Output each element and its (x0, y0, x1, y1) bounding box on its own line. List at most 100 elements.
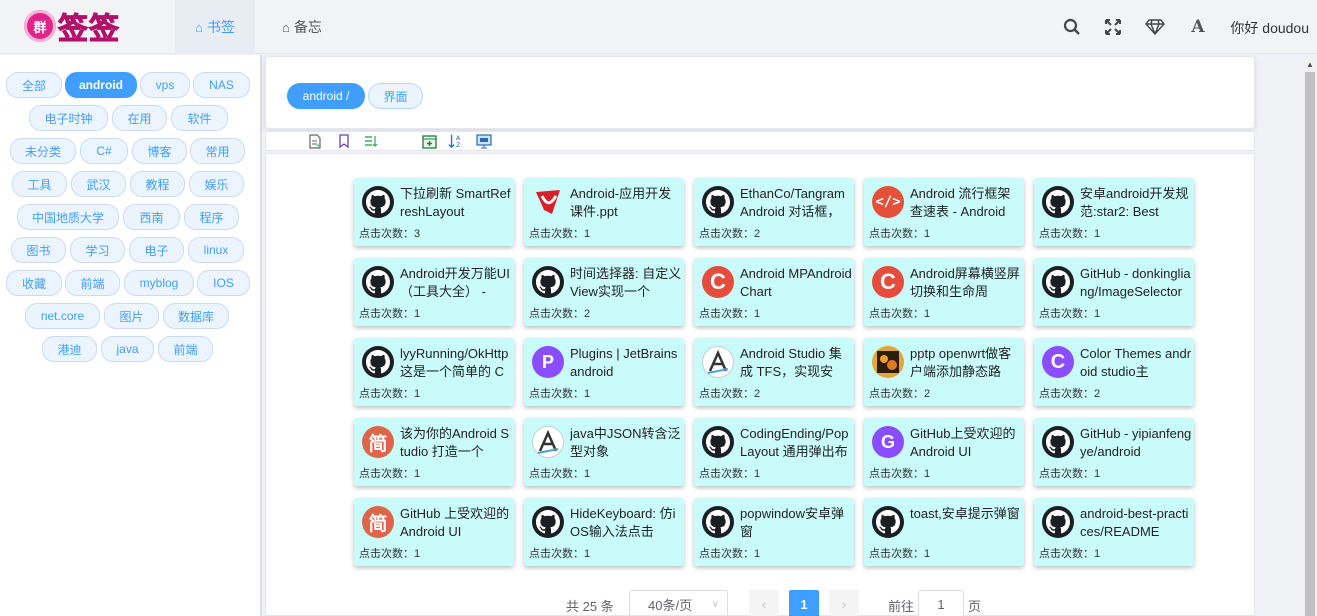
tag-ios[interactable]: IOS (197, 270, 250, 296)
page-size-select[interactable]: 40条/页 ∨ (629, 590, 728, 616)
tag-nas[interactable]: NAS (193, 72, 250, 98)
tag-java[interactable]: java (101, 336, 154, 362)
bookmark-title[interactable]: HideKeyboard: 仿iOS输入法点击 (570, 505, 682, 541)
add-document-icon[interactable]: + (307, 133, 323, 149)
font-icon[interactable]: A (1186, 15, 1210, 39)
bookmark-card[interactable]: Android开发万能UI（工具大全） - 点击次数：1 (354, 258, 514, 326)
tag-fun[interactable]: 娱乐 (189, 171, 244, 197)
tag-all[interactable]: 全部 (6, 72, 62, 98)
bookmark-card[interactable]: 简该为你的Android Studio 打造一个 点击次数：1 (354, 418, 514, 486)
bookmark-card[interactable]: 简 GitHub 上受欢迎的 Android UI 点击次数：1 (354, 498, 514, 566)
bookmark-title[interactable]: Android-应用开发课件.ppt (570, 185, 682, 221)
bookmark-card[interactable]: 下拉刷新 SmartRefreshLayout 点击次数：3 (354, 178, 514, 246)
tag-database[interactable]: 数据库 (163, 303, 229, 329)
bookmark-title[interactable]: Android Studio 集成 TFS，实现安 (740, 345, 852, 381)
tag-tutorial[interactable]: 教程 (130, 171, 185, 197)
bookmark-card[interactable]: EthanCo/Tangram Android 对话框，封装点击次数：2 (694, 178, 854, 246)
bookmark-title[interactable]: 安卓android开发规范:star2: Best (1080, 185, 1192, 221)
tag-linux[interactable]: linux (188, 237, 244, 263)
tag-csharp[interactable]: C# (80, 138, 128, 164)
tag-vps[interactable]: vps (140, 72, 190, 98)
bookmark-title[interactable]: GitHub 上受欢迎的 Android UI (400, 505, 512, 541)
bookmark-title[interactable]: GitHub - yipianfengye/android (1080, 425, 1192, 461)
bookmark-title[interactable]: 该为你的Android Studio 打造一个 (400, 425, 512, 461)
breadcrumb-ui[interactable]: 界面 (368, 83, 423, 109)
bookmark-title[interactable]: 时间选择器: 自定义View实现一个 (570, 265, 682, 301)
tag-tools[interactable]: 工具 (12, 171, 67, 197)
tag-inuse[interactable]: 在用 (112, 105, 167, 131)
bookmark-card[interactable]: Android Studio 集成 TFS，实现安 点击次数：2 (694, 338, 854, 406)
search-icon[interactable] (1060, 15, 1084, 39)
tag-favorites[interactable]: 收藏 (6, 270, 62, 296)
tag-common[interactable]: 常用 (190, 138, 245, 164)
bookmark-title[interactable]: Android屏幕横竖屏切换和生命周 (910, 265, 1022, 301)
bookmark-card[interactable]: CodingEnding/PopLayout 通用弹出布局辅助点击次数：1 (694, 418, 854, 486)
bookmark-card[interactable]: C Android MPAndroidChart 点击次数：1 (694, 258, 854, 326)
logo[interactable]: 群 签签 (24, 8, 120, 48)
bookmark-title[interactable]: GitHub上受欢迎的Android UI (910, 425, 1022, 461)
bookmark-card[interactable]: P Plugins | JetBrains android 点击次数：1 (524, 338, 684, 406)
scrollbar-thumb[interactable] (1305, 72, 1315, 616)
bookmark-card[interactable]: java中JSON转含泛型对象 点击次数：1 (524, 418, 684, 486)
bookmark-title[interactable]: pptp openwrt做客户端添加静态路 (910, 345, 1022, 381)
prev-page-button[interactable]: ‹ (749, 590, 779, 616)
tag-frontend[interactable]: 前端 (65, 270, 120, 296)
bookmark-card[interactable]: C Color Themes android studio主 点击次数：2 (1034, 338, 1194, 406)
breadcrumb-android[interactable]: android / (287, 83, 365, 109)
bookmark-icon[interactable] (336, 133, 352, 149)
screen-share-icon[interactable] (476, 133, 492, 149)
bookmark-title[interactable]: 下拉刷新 SmartRefreshLayout (400, 185, 512, 221)
bookmark-card[interactable]: </> Android 流行框架查速表 - Android 点击次数：1 (864, 178, 1024, 246)
tag-clock[interactable]: 电子时钟 (29, 105, 108, 131)
tag-frontend-2[interactable]: 前端 (158, 336, 213, 362)
tag-books[interactable]: 图书 (11, 237, 66, 263)
bookmark-card[interactable]: G GitHub上受欢迎的Android UI 点击次数：1 (864, 418, 1024, 486)
bookmark-card[interactable]: lyyRunning/OkHttp 这是一个简单的 C 点击次数：1 (354, 338, 514, 406)
bookmark-card[interactable]: popwindow安卓弹窗 点击次数：1 (694, 498, 854, 566)
bookmark-title[interactable]: lyyRunning/OkHttp 这是一个简单的 C (400, 345, 512, 381)
scroll-up-icon[interactable]: ▲ (1306, 60, 1314, 69)
tag-images[interactable]: 图片 (104, 303, 159, 329)
bookmark-card[interactable]: pptp openwrt做客户端添加静态路 点击次数：2 (864, 338, 1024, 406)
tag-gangdi[interactable]: 港迪 (42, 336, 97, 362)
page-number-current[interactable]: 1 (789, 590, 819, 616)
bookmark-card[interactable]: android-best-practices/README 点击次数：1 (1034, 498, 1194, 566)
sort-az-icon[interactable]: AZ (448, 133, 464, 149)
bookmark-title[interactable]: popwindow安卓弹窗 (740, 505, 852, 541)
diamond-icon[interactable] (1143, 15, 1167, 39)
bookmark-title[interactable]: Color Themes android studio主 (1080, 345, 1192, 381)
bookmark-card[interactable]: 安卓android开发规范:star2: Best 点击次数：1 (1034, 178, 1194, 246)
page-scrollbar[interactable]: ▲ (1303, 56, 1317, 616)
tag-blog[interactable]: 博客 (132, 138, 187, 164)
tag-wuhan[interactable]: 武汉 (71, 171, 126, 197)
bookmark-title[interactable]: EthanCo/Tangram Android 对话框，封装 (740, 185, 852, 221)
bookmark-title[interactable]: Android 流行框架查速表 - Android (910, 185, 1022, 221)
tag-xinan[interactable]: 西南 (123, 204, 180, 230)
tag-study[interactable]: 学习 (70, 237, 125, 263)
bookmark-title[interactable]: Plugins | JetBrains android (570, 345, 682, 381)
bookmark-title[interactable]: CodingEnding/PopLayout 通用弹出布局辅助 (740, 425, 852, 461)
bookmark-title[interactable]: GitHub - donkingliang/ImageSelector (1080, 265, 1192, 301)
tag-uncategorized[interactable]: 未分类 (10, 138, 76, 164)
bookmark-title[interactable]: toast,安卓提示弹窗 (910, 505, 1022, 541)
tag-software[interactable]: 软件 (171, 105, 228, 131)
bookmark-title[interactable]: android-best-practices/README (1080, 505, 1192, 541)
tag-netcore[interactable]: net.core (25, 303, 100, 329)
tab-memo[interactable]: ⌂ 备忘 (262, 0, 342, 54)
tag-program[interactable]: 程序 (184, 204, 239, 230)
tag-electronics[interactable]: 电子 (129, 237, 184, 263)
goto-page-input[interactable] (918, 590, 964, 616)
bookmark-card[interactable]: toast,安卓提示弹窗 点击次数：1 (864, 498, 1024, 566)
tag-myblog[interactable]: myblog (124, 270, 194, 296)
next-page-button[interactable]: › (829, 590, 859, 616)
sort-list-icon[interactable] (363, 133, 379, 149)
bookmark-title[interactable]: Android MPAndroidChart (740, 265, 852, 301)
fullscreen-icon[interactable] (1101, 15, 1125, 39)
bookmark-card[interactable]: 时间选择器: 自定义View实现一个 点击次数：2 (524, 258, 684, 326)
tab-bookmarks[interactable]: ⌂ 书签 (175, 0, 255, 54)
bookmark-title[interactable]: Android开发万能UI（工具大全） - (400, 265, 512, 301)
bookmark-card[interactable]: C Android屏幕横竖屏切换和生命周 点击次数：1 (864, 258, 1024, 326)
tag-android[interactable]: android (65, 72, 137, 98)
bookmark-card[interactable]: GitHub - yipianfengye/android 点击次数：1 (1034, 418, 1194, 486)
add-calendar-icon[interactable] (421, 133, 437, 149)
